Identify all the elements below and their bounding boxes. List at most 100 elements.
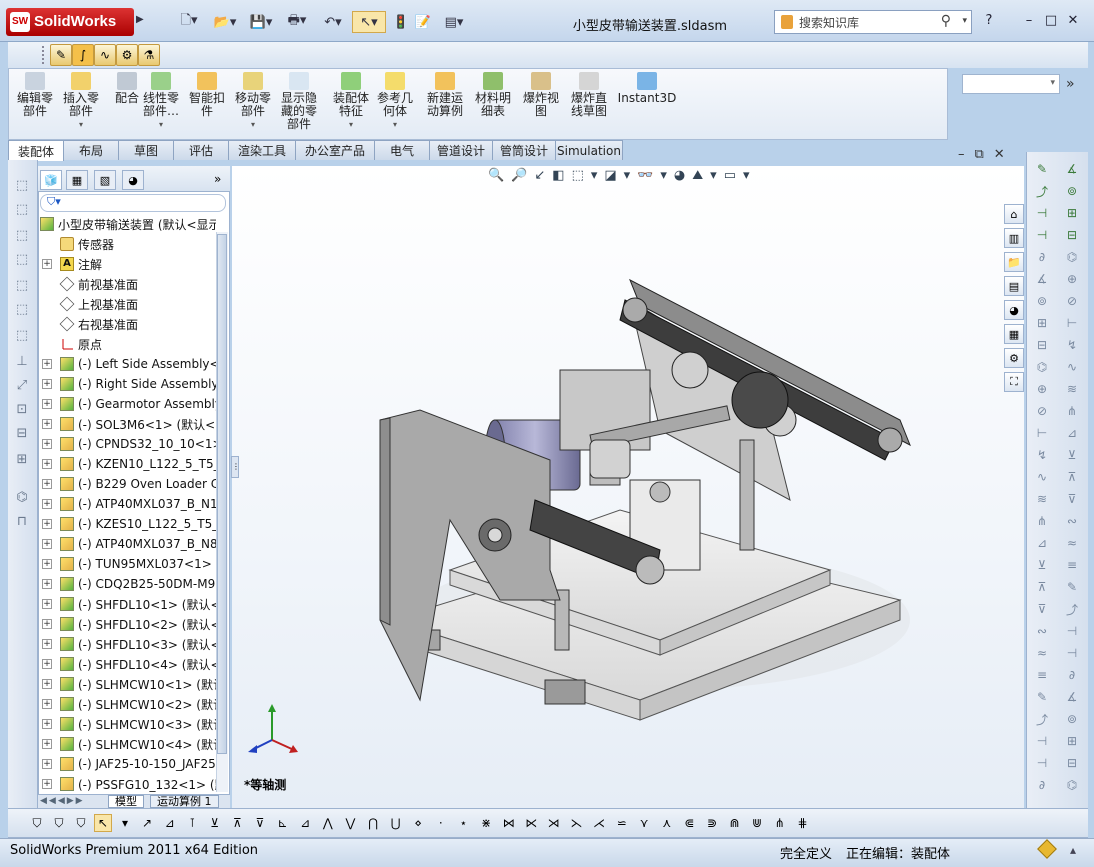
task-pane-photoview-icon[interactable]: ⛶ (1004, 372, 1024, 392)
right-tool-icon[interactable]: ⊣ (1032, 732, 1052, 750)
dropdown-arrow-icon[interactable]: ▾ (349, 118, 353, 131)
expand-icon[interactable]: + (42, 539, 52, 549)
right-tool-icon[interactable]: ⊻ (1032, 556, 1052, 574)
bottom-tool-icon[interactable]: ⋐ (680, 814, 698, 832)
bottom-tool-icon[interactable]: ⋋ (567, 814, 585, 832)
viewport-minimize-icon[interactable]: – (958, 147, 975, 162)
ribbon-edit-component-button[interactable]: 编辑零 部件 (12, 72, 58, 136)
tab-5[interactable]: 办公室产品 (295, 140, 375, 160)
bottom-tool-icon[interactable]: ⋕ (793, 814, 811, 832)
tree-item[interactable]: + (-) Gearmotor Assembly (40, 394, 216, 414)
right-tool-icon[interactable]: ⋔ (1032, 512, 1052, 530)
assembly-model-render[interactable] (360, 270, 920, 730)
right-tool-icon[interactable]: ⊚ (1062, 182, 1082, 200)
expand-icon[interactable]: + (42, 639, 52, 649)
new-document-button[interactable]: 🗋▾ (172, 11, 206, 33)
right-tool-icon[interactable]: ≋ (1062, 380, 1082, 398)
right-tool-icon[interactable]: ⊟ (1062, 754, 1082, 772)
expand-icon[interactable]: + (42, 459, 52, 469)
tree-item[interactable]: + (-) SLHMCW10<1> (默认 (40, 674, 216, 694)
expand-icon[interactable]: + (42, 419, 52, 429)
tab-2[interactable]: 草图 (118, 140, 174, 160)
tree-item[interactable]: + (-) SHFDL10<4> (默认<5 (40, 654, 216, 674)
dropdown-arrow-icon[interactable]: ▾ (79, 118, 83, 131)
expand-icon[interactable]: + (42, 439, 52, 449)
ribbon-assembly-feature-button[interactable]: 装配体 特征 ▾ (328, 72, 374, 136)
bottom-tool-icon[interactable]: ⋏ (658, 814, 676, 832)
expand-icon[interactable]: + (42, 699, 52, 709)
panel-splitter[interactable]: ⋮ (231, 456, 240, 478)
ribbon-reference-geometry-button[interactable]: 参考几 何体 ▾ (372, 72, 418, 136)
right-tool-icon[interactable]: ⤴ (1062, 600, 1082, 618)
bottom-tool-icon[interactable]: ⛉ (50, 814, 68, 832)
ribbon-instant3d-button[interactable]: Instant3D (614, 72, 680, 136)
spline-button[interactable]: ∿ (94, 44, 116, 66)
panel-expand-icon[interactable]: » (214, 172, 221, 186)
bottom-tool-icon[interactable]: ⋌ (590, 814, 608, 832)
tree-item[interactable]: + (-) TUN95MXL037<1> ( (40, 554, 216, 574)
ribbon-move-component-button[interactable]: 移动零 部件 ▾ (230, 72, 276, 136)
right-tool-icon[interactable]: ⊘ (1032, 402, 1052, 420)
right-tool-icon[interactable]: ⊟ (1062, 226, 1082, 244)
bottom-tool-icon[interactable]: ⋀ (319, 814, 337, 832)
tab-7[interactable]: 管道设计 (429, 140, 493, 160)
tab-8[interactable]: 管筒设计 (492, 140, 556, 160)
status-expand-icon[interactable]: ▴ (1070, 843, 1076, 857)
footer-nav-arrows-icon[interactable]: ◀◀◀▶▶ (40, 796, 85, 806)
right-tool-icon[interactable]: ⊞ (1032, 314, 1052, 332)
zoom-to-fit-icon[interactable]: 🔍 (488, 168, 511, 183)
expand-icon[interactable]: + (42, 679, 52, 689)
bottom-tool-icon[interactable]: ⛉ (28, 814, 46, 832)
right-tool-icon[interactable]: ≋ (1032, 490, 1052, 508)
tab-6[interactable]: 电气 (374, 140, 430, 160)
right-tool-icon[interactable]: ⊚ (1032, 292, 1052, 310)
left-tool-icon[interactable]: ⤢ (12, 376, 32, 394)
bottom-tool-icon[interactable]: ⛉ (72, 814, 90, 832)
tree-item[interactable]: 原点 (40, 334, 216, 354)
tab-0[interactable]: 装配体 (8, 140, 64, 161)
right-tool-icon[interactable]: ⊣ (1032, 754, 1052, 772)
bottom-tool-icon[interactable]: ⋉ (522, 814, 540, 832)
right-tool-icon[interactable]: ⤴ (1032, 710, 1052, 728)
left-tool-icon[interactable]: ⬚ (12, 226, 32, 244)
right-tool-icon[interactable]: ∿ (1062, 358, 1082, 376)
right-tool-icon[interactable]: ✎ (1032, 688, 1052, 706)
left-tool-icon[interactable]: ⊓ (12, 512, 32, 530)
tree-item[interactable]: + (-) SOL3M6<1> (默认<< (40, 414, 216, 434)
ribbon-insert-component-button[interactable]: 插入零 部件 ▾ (58, 72, 104, 136)
bottom-tool-icon[interactable]: ⋈ (500, 814, 518, 832)
select-button[interactable]: ↖▾ (352, 11, 386, 33)
left-tool-icon[interactable]: ⬚ (12, 326, 32, 344)
bottom-tool-icon[interactable]: ⋁ (341, 814, 359, 832)
task-pane-motion-icon[interactable]: ⚙ (1004, 348, 1024, 368)
right-tool-icon[interactable]: ∾ (1062, 512, 1082, 530)
tree-item[interactable]: + (-) ATP40MXL037_B_N8 (40, 534, 216, 554)
ribbon-exploded-view-button[interactable]: 爆炸视 图 (518, 72, 564, 136)
bottom-tool-icon[interactable]: ⋍ (613, 814, 631, 832)
expand-icon[interactable]: + (42, 719, 52, 729)
tree-item[interactable]: + A 注解 (40, 254, 216, 274)
bottom-tool-icon[interactable]: ⋒ (726, 814, 744, 832)
tree-root[interactable]: 小型皮带输送装置 (默认<显示 (40, 214, 216, 234)
scene-icon[interactable]: ⛰▾ (692, 168, 723, 183)
bottom-tool-icon[interactable]: ⊾ (274, 814, 292, 832)
task-pane-view-palette-icon[interactable]: ▤ (1004, 276, 1024, 296)
expand-icon[interactable]: + (42, 659, 52, 669)
tree-item[interactable]: 前视基准面 (40, 274, 216, 294)
heads-up-view-toolbar[interactable]: 🔍🔎↙◧⬚▾◪▾👓▾◕⛰▾▭▾ (488, 168, 757, 183)
expand-icon[interactable]: + (42, 779, 52, 789)
bottom-tool-icon[interactable]: ⋂ (364, 814, 382, 832)
feature-manager-tab[interactable]: 🧊 (40, 170, 62, 190)
task-pane-design-library-icon[interactable]: ▥ (1004, 228, 1024, 248)
grip-handle[interactable] (42, 46, 46, 64)
tree-item[interactable]: + (-) PSSFG10_132<1> (默 (40, 774, 216, 794)
ribbon-show-hidden-button[interactable]: 显示隐 藏的零 部件 (276, 72, 322, 136)
right-tool-icon[interactable]: ∡ (1062, 160, 1082, 178)
right-tool-icon[interactable]: ≡ (1062, 556, 1082, 574)
task-pane-file-explorer-icon[interactable]: 📁 (1004, 252, 1024, 272)
options-button[interactable]: ▤▾ (436, 11, 472, 33)
left-tool-icon[interactable]: ⊞ (12, 450, 32, 468)
tree-item[interactable]: + (-) Right Side Assembly (40, 374, 216, 394)
maximize-button[interactable]: □ (1042, 11, 1060, 29)
viewport-close-icon[interactable]: ✕ (994, 147, 1015, 162)
